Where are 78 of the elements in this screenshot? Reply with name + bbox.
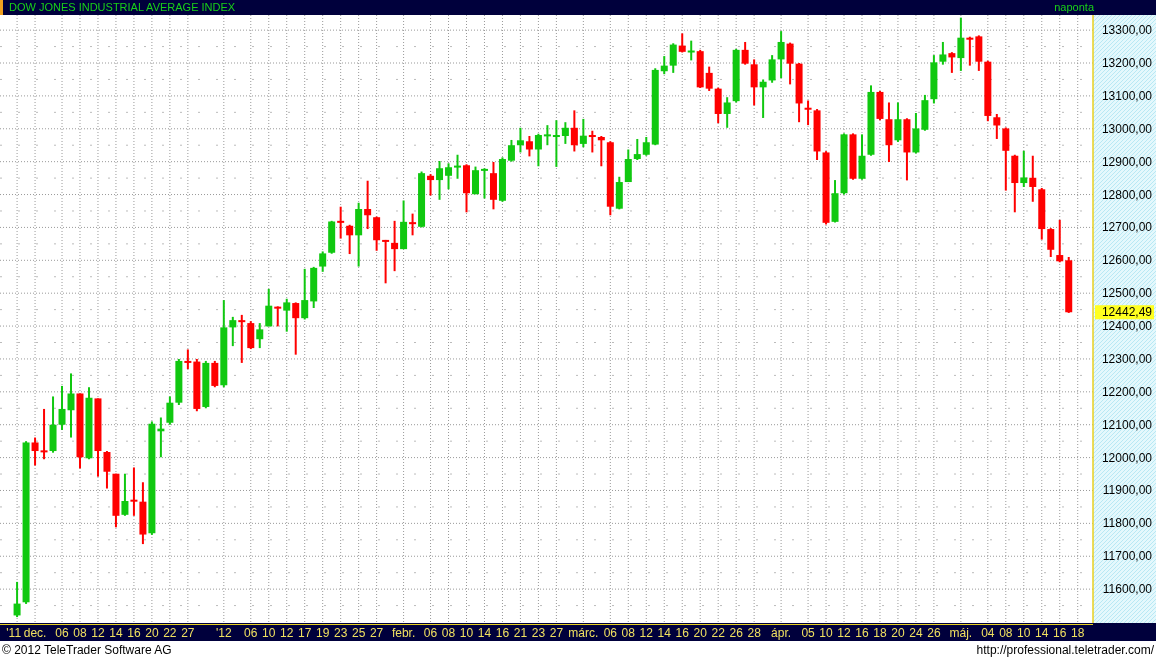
- date-tick-label: 27: [369, 626, 384, 640]
- price-tick-label: 12600,00: [1101, 253, 1152, 268]
- date-tick-label: 18: [873, 626, 887, 640]
- date-tick-label: 10: [1017, 626, 1031, 640]
- candlestick: [463, 163, 470, 214]
- date-tick-label: 25: [351, 626, 366, 640]
- date-tick-label: 20: [145, 626, 159, 640]
- date-tick-label: 23: [531, 626, 546, 640]
- date-tick-label: 10: [262, 626, 276, 640]
- date-tick-label: 26: [927, 626, 941, 640]
- date-tick-label: 20: [693, 626, 707, 640]
- date-tick-label: ápr.: [771, 626, 792, 640]
- price-tick-label: 12900,00: [1101, 154, 1152, 169]
- date-tick-label: 22: [163, 626, 177, 640]
- date-tick-label: 18: [1071, 626, 1085, 640]
- date-tick-label: 08: [621, 626, 635, 640]
- date-tick-label: 08: [441, 626, 456, 640]
- date-tick-label: 06: [603, 626, 617, 640]
- date-tick-label: 27: [181, 626, 195, 640]
- price-tick-label: 13100,00: [1101, 88, 1152, 103]
- price-tick-label: 12000,00: [1101, 450, 1152, 465]
- last-price-tag: 12442,49: [1095, 305, 1154, 320]
- price-tick-label: 13200,00: [1101, 56, 1152, 70]
- price-tick-label: 12200,00: [1101, 384, 1152, 399]
- date-tick-label: 24: [909, 626, 923, 640]
- website-url: http://professional.teletrader.com/: [976, 643, 1154, 657]
- price-tick-label: 12100,00: [1101, 417, 1152, 432]
- date-tick-label: febr.: [391, 626, 416, 640]
- price-tick-label: 11700,00: [1102, 549, 1152, 564]
- date-tick-label: 12: [639, 626, 653, 640]
- date-tick-label: 16: [675, 626, 689, 640]
- date-tick-label: 04: [981, 626, 995, 640]
- price-tick-label: 12700,00: [1101, 220, 1152, 235]
- date-tick-label: 16: [495, 626, 510, 640]
- date-tick-label: dec.: [23, 626, 47, 640]
- date-tick-label: 12: [280, 626, 294, 640]
- date-tick-label: 08: [999, 626, 1013, 640]
- date-tick-label: 19: [316, 626, 330, 640]
- price-tick-label: 12300,00: [1101, 351, 1152, 366]
- date-tick-label: 28: [747, 626, 761, 640]
- candlestick: [472, 165, 479, 196]
- date-tick-label: 26: [729, 626, 743, 640]
- date-tick-label: 14: [1035, 626, 1049, 640]
- copyright-text: © 2012 TeleTrader Software AG: [2, 643, 172, 657]
- date-tick-label: 12: [837, 626, 851, 640]
- date-tick-label: 23: [334, 626, 348, 640]
- date-tick-label: 16: [1053, 626, 1067, 640]
- date-tick-label: 16: [127, 626, 141, 640]
- date-tick-label: 14: [657, 626, 671, 640]
- date-tick-label: máj.: [949, 626, 973, 640]
- date-tick-label: '12: [216, 626, 232, 640]
- price-tick-label: 12400,00: [1101, 319, 1152, 334]
- price-tick-label: 13000,00: [1101, 121, 1152, 136]
- date-tick-label: 06: [55, 626, 69, 640]
- date-tick-label: 06: [423, 626, 438, 640]
- price-tick-label: 11900,00: [1102, 483, 1152, 498]
- date-tick-label: 21: [513, 626, 528, 640]
- date-tick-label: '11: [6, 626, 22, 640]
- date-tick-label: 16: [855, 626, 869, 640]
- date-tick-label: 20: [891, 626, 905, 640]
- price-tick-label: 12800,00: [1101, 187, 1152, 202]
- date-tick-label: 14: [477, 626, 492, 640]
- date-tick-label: 17: [298, 626, 312, 640]
- date-tick-label: 08: [73, 626, 87, 640]
- price-tick-label: 11800,00: [1102, 516, 1152, 531]
- date-tick-label: 05: [801, 626, 815, 640]
- date-tick-label: 10: [819, 626, 833, 640]
- date-tick-label: 12: [91, 626, 105, 640]
- price-tick-label: 12500,00: [1101, 286, 1152, 301]
- price-tick-label: 13300,00: [1101, 23, 1152, 38]
- date-tick-label: 22: [711, 626, 725, 640]
- date-tick-label: 06: [244, 626, 258, 640]
- date-tick-label: 14: [109, 626, 123, 640]
- date-tick-label: 10: [459, 626, 474, 640]
- date-tick-label: 27: [549, 626, 564, 640]
- interval-label: naponta: [1054, 0, 1094, 15]
- date-tick-label: márc.: [568, 626, 599, 640]
- price-tick-label: 11600,00: [1102, 582, 1152, 597]
